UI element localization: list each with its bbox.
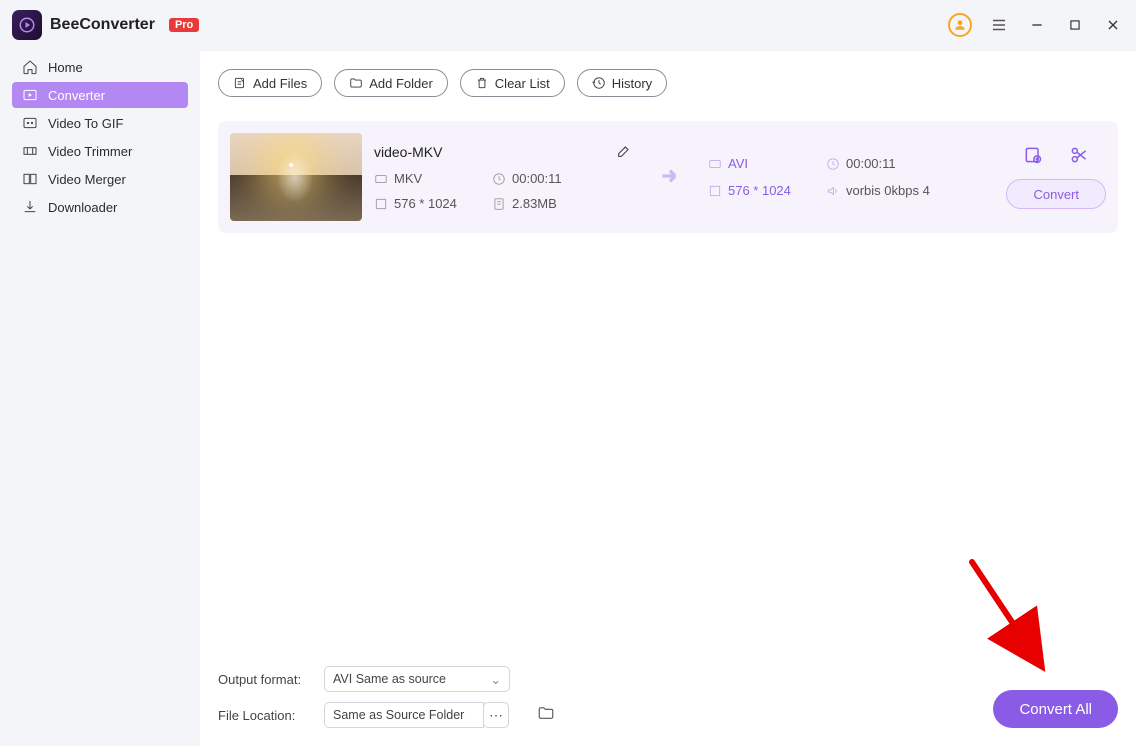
sidebar-item-video-trimmer[interactable]: Video Trimmer [12, 138, 188, 164]
app-logo [12, 10, 42, 40]
destination-info: AVI 00:00:11 576 * 1024 vorbis 0kbps 4 [708, 156, 930, 198]
open-folder-icon[interactable] [537, 704, 559, 726]
dest-duration: 00:00:11 [826, 156, 922, 171]
file-name: video-MKV [374, 144, 442, 160]
sidebar-item-converter[interactable]: Converter [12, 82, 188, 108]
source-info: video-MKV MKV 00:00:11 576 * 1024 2.83MB [374, 143, 634, 211]
dest-audio: vorbis 0kbps 4 [826, 183, 930, 198]
toolbar: Add Files Add Folder Clear List History [200, 51, 1118, 115]
video-thumbnail[interactable] [230, 133, 362, 221]
scissors-icon[interactable] [1069, 145, 1089, 165]
sidebar-item-label: Home [48, 60, 83, 75]
sidebar-item-label: Video To GIF [48, 116, 123, 131]
source-size: 2.83MB [492, 196, 588, 211]
conversion-item: video-MKV MKV 00:00:11 576 * 1024 2.83MB [218, 121, 1118, 233]
file-location-label: File Location: [218, 708, 306, 723]
sidebar-item-downloader[interactable]: Downloader [12, 194, 188, 220]
arrow-icon [658, 163, 684, 192]
history-button[interactable]: History [577, 69, 667, 97]
chevron-down-icon: ⌄ [491, 672, 501, 687]
sidebar-item-label: Video Merger [48, 172, 126, 187]
maximize-icon[interactable] [1064, 14, 1086, 36]
sidebar-item-label: Video Trimmer [48, 144, 132, 159]
titlebar: BeeConverter Pro [0, 0, 1136, 50]
minimize-icon[interactable] [1026, 14, 1048, 36]
add-folder-button[interactable]: Add Folder [334, 69, 448, 97]
clear-list-button[interactable]: Clear List [460, 69, 565, 97]
main-panel: Add Files Add Folder Clear List History … [200, 50, 1136, 746]
source-duration: 00:00:11 [492, 171, 588, 186]
settings-icon[interactable] [1023, 145, 1043, 165]
annotation-arrow [962, 552, 1072, 682]
sidebar-item-label: Downloader [48, 200, 117, 215]
close-icon[interactable] [1102, 14, 1124, 36]
dest-dimensions[interactable]: 576 * 1024 [708, 183, 804, 198]
file-location-select[interactable]: Same as Source Folder [324, 702, 484, 728]
dest-format[interactable]: AVI [708, 156, 804, 171]
menu-icon[interactable] [988, 14, 1010, 36]
source-format: MKV [374, 171, 470, 186]
add-files-button[interactable]: Add Files [218, 69, 322, 97]
convert-all-button[interactable]: Convert All [993, 690, 1118, 728]
sidebar-item-video-to-gif[interactable]: Video To GIF [12, 110, 188, 136]
output-format-select[interactable]: AVI Same as source ⌄ [324, 666, 510, 692]
edit-icon[interactable] [616, 143, 634, 161]
convert-button[interactable]: Convert [1006, 179, 1106, 209]
output-format-label: Output format: [218, 672, 306, 687]
app-title: BeeConverter [50, 16, 155, 34]
user-icon[interactable] [948, 13, 972, 37]
more-button[interactable]: ⋯ [483, 702, 509, 728]
sidebar: Home Converter Video To GIF Video Trimme… [0, 50, 200, 746]
pro-badge: Pro [169, 18, 199, 32]
source-dimensions: 576 * 1024 [374, 196, 470, 211]
sidebar-item-label: Converter [48, 88, 105, 103]
sidebar-item-video-merger[interactable]: Video Merger [12, 166, 188, 192]
sidebar-item-home[interactable]: Home [12, 54, 188, 80]
